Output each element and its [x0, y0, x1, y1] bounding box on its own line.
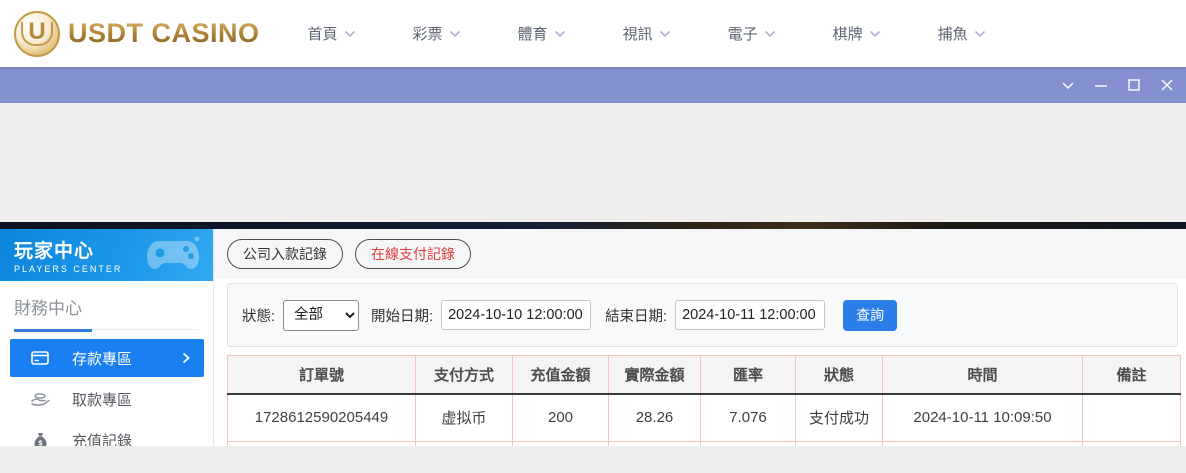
nav-item-home[interactable]: 首頁 — [308, 23, 356, 44]
nav-label: 捕魚 — [938, 23, 968, 44]
brand-logo[interactable]: U USDT CASINO — [14, 11, 260, 57]
col-status: 狀態 — [796, 356, 883, 394]
payment-records-table: 訂單號 支付方式 充值金額 實際金額 匯率 狀態 時間 備註 172861259… — [227, 355, 1181, 446]
main-content: 公司入款記錄 在線支付記錄 狀態: 全部 開始日期: 結束日期: 查詢 訂單號 … — [214, 229, 1186, 446]
col-time: 時間 — [883, 356, 1083, 394]
nav-item-lottery[interactable]: 彩票 — [413, 23, 461, 44]
table-row-partial — [228, 442, 1181, 446]
nav-label: 棋牌 — [833, 23, 863, 44]
chevron-down-icon — [974, 30, 986, 38]
nav-item-slots[interactable]: 電子 — [728, 23, 776, 44]
cell-exchange-rate: 7.076 — [701, 394, 796, 442]
filter-panel: 狀態: 全部 開始日期: 結束日期: 查詢 — [227, 283, 1178, 347]
logo-circle-icon: U — [14, 11, 60, 57]
nav-label: 體育 — [518, 23, 548, 44]
credit-card-icon — [30, 351, 50, 365]
sidebar-item-label: 存款專區 — [72, 348, 132, 369]
col-exchange-rate: 匯率 — [701, 356, 796, 394]
chevron-right-icon — [182, 352, 190, 364]
empty-content-area — [0, 103, 1186, 222]
logo-letter: U — [21, 22, 52, 46]
sidebar-item-label: 取款專區 — [72, 389, 132, 410]
nav-item-fishing[interactable]: 捕魚 — [938, 23, 986, 44]
chevron-down-icon — [764, 30, 776, 38]
end-date-input[interactable] — [675, 300, 825, 330]
status-select[interactable]: 全部 — [283, 300, 359, 331]
nav-label: 首頁 — [308, 23, 338, 44]
nav-label: 電子 — [728, 23, 758, 44]
finance-section-title: 財務中心 — [14, 294, 199, 328]
col-remarks: 備註 — [1083, 356, 1181, 394]
brand-name: USDT CASINO — [68, 18, 260, 49]
divider-strip — [0, 222, 1186, 229]
gamepad-icon — [145, 235, 203, 280]
chevron-down-icon — [554, 30, 566, 38]
sidebar-item-deposit[interactable]: 存款專區 — [10, 339, 204, 377]
cell-order-number: 1728612590205449 — [228, 394, 416, 442]
app-window: U USDT CASINO 首頁 彩票 體育 視訊 電子 — [0, 0, 1186, 473]
chevron-down-icon — [344, 30, 356, 38]
finance-section-header: 財務中心 — [14, 281, 199, 330]
tab-online-payment-records[interactable]: 在線支付記錄 — [355, 239, 471, 269]
col-order-number: 訂單號 — [228, 356, 416, 394]
main-nav: 首頁 彩票 體育 視訊 電子 棋牌 — [308, 23, 986, 44]
sidebar-item-withdraw[interactable]: 取款專區 — [0, 380, 213, 418]
nav-item-live[interactable]: 視訊 — [623, 23, 671, 44]
hand-coins-icon — [30, 392, 50, 407]
section-underline — [14, 329, 92, 332]
nav-label: 視訊 — [623, 23, 653, 44]
nav-label: 彩票 — [413, 23, 443, 44]
table-header-row: 訂單號 支付方式 充值金額 實際金額 匯率 狀態 時間 備註 — [228, 356, 1181, 394]
col-actual-amount: 實際金額 — [609, 356, 701, 394]
close-button[interactable] — [1158, 76, 1176, 94]
cell-recharge-amount: 200 — [513, 394, 609, 442]
cell-time: 2024-10-11 10:09:50 — [883, 394, 1083, 442]
maximize-button[interactable] — [1125, 76, 1143, 94]
players-center-header: 玩家中心 PLAYERS CENTER — [0, 229, 213, 281]
chevron-down-icon — [449, 30, 461, 38]
window-titlebar — [0, 67, 1186, 103]
end-date-label: 結束日期: — [605, 305, 667, 326]
col-recharge-amount: 充值金額 — [513, 356, 609, 394]
query-button[interactable]: 查詢 — [843, 300, 897, 331]
cell-actual-amount: 28.26 — [609, 394, 701, 442]
cell-status: 支付成功 — [796, 394, 883, 442]
player-center-sidebar: 玩家中心 PLAYERS CENTER 財務中心 存款專區 — [0, 229, 214, 446]
nav-item-cards[interactable]: 棋牌 — [833, 23, 881, 44]
col-payment-method: 支付方式 — [416, 356, 513, 394]
chevron-down-icon — [869, 30, 881, 38]
nav-item-sports[interactable]: 體育 — [518, 23, 566, 44]
footer-strip — [0, 446, 1186, 473]
collapse-button[interactable] — [1059, 76, 1077, 94]
start-date-label: 開始日期: — [371, 305, 433, 326]
status-label: 狀態: — [242, 305, 275, 326]
cell-payment-method: 虚拟币 — [416, 394, 513, 442]
tab-company-deposit-records[interactable]: 公司入款記錄 — [227, 239, 343, 269]
cell-remarks — [1083, 394, 1181, 442]
chevron-down-icon — [659, 30, 671, 38]
site-header: U USDT CASINO 首頁 彩票 體育 視訊 電子 — [0, 0, 1186, 67]
start-date-input[interactable] — [441, 300, 591, 330]
sidebar-menu: 存款專區 取款專區 $ 充值記錄 — [0, 339, 213, 459]
minimize-button[interactable] — [1092, 76, 1110, 94]
table-row: 1728612590205449 虚拟币 200 28.26 7.076 支付成… — [228, 394, 1181, 442]
record-tabs: 公司入款記錄 在線支付記錄 — [214, 229, 1186, 279]
